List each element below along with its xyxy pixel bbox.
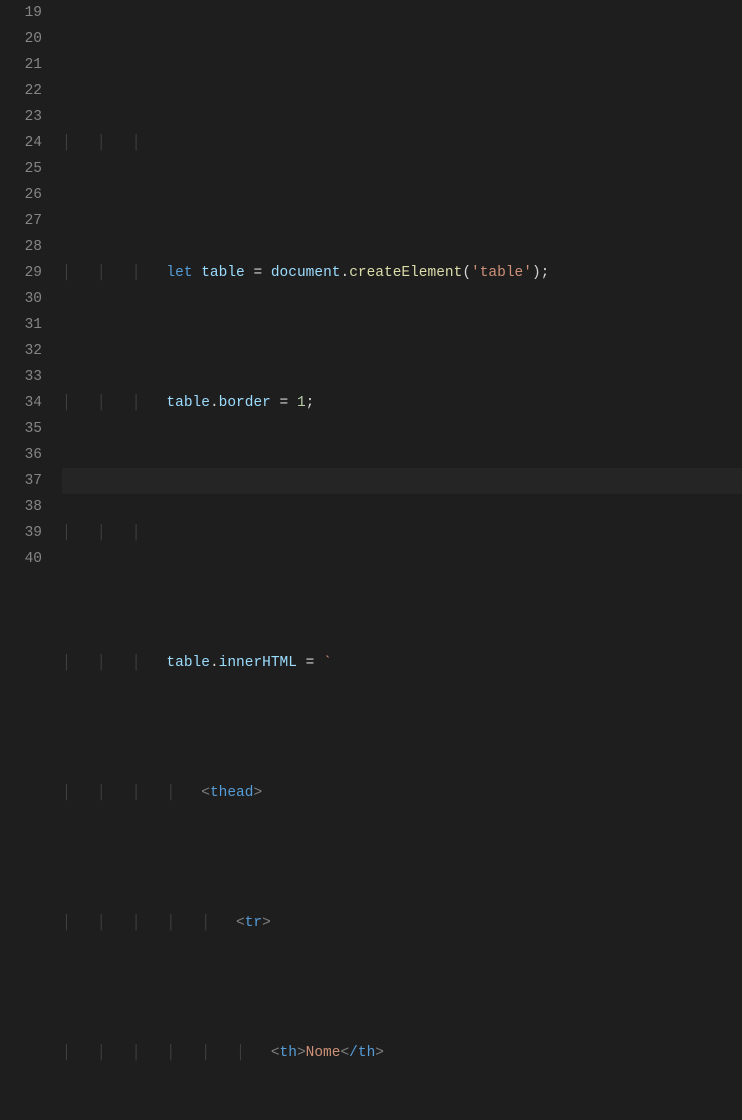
property-innerHTML: innerHTML bbox=[219, 655, 297, 671]
code-content[interactable]: │ │ │ │ │ │ let table = document.createE… bbox=[62, 0, 742, 560]
number-literal: 1 bbox=[297, 395, 306, 411]
line-number: 21 bbox=[0, 52, 42, 78]
property-border: border bbox=[219, 395, 271, 411]
template-literal-start: ` bbox=[323, 655, 332, 671]
code-line[interactable]: │ │ │ let table = document.createElement… bbox=[62, 260, 742, 286]
line-number: 25 bbox=[0, 156, 42, 182]
line-number: 33 bbox=[0, 364, 42, 390]
line-number: 20 bbox=[0, 26, 42, 52]
table-header-text: Nome bbox=[306, 1045, 341, 1061]
code-line[interactable]: │ │ │ table.innerHTML = ` bbox=[62, 650, 742, 676]
line-number: 31 bbox=[0, 312, 42, 338]
line-number: 29 bbox=[0, 260, 42, 286]
html-tag-thead: thead bbox=[210, 785, 254, 801]
line-number: 40 bbox=[0, 546, 42, 572]
line-number: 26 bbox=[0, 182, 42, 208]
keyword-let: let bbox=[166, 265, 192, 281]
code-editor[interactable]: 19 20 21 22 23 24 25 26 27 28 29 30 31 3… bbox=[0, 0, 742, 560]
line-number: 39 bbox=[0, 520, 42, 546]
line-number: 30 bbox=[0, 286, 42, 312]
line-number: 28 bbox=[0, 234, 42, 260]
variable-table: table bbox=[201, 265, 245, 281]
code-line[interactable]: │ │ │ bbox=[62, 130, 742, 156]
method-createElement: createElement bbox=[349, 265, 462, 281]
line-number: 32 bbox=[0, 338, 42, 364]
operator-assign: = bbox=[245, 265, 271, 281]
html-tag-tr: tr bbox=[245, 915, 262, 931]
line-number: 34 bbox=[0, 390, 42, 416]
line-number: 24 bbox=[0, 130, 42, 156]
object-document: document bbox=[271, 265, 341, 281]
line-number-gutter: 19 20 21 22 23 24 25 26 27 28 29 30 31 3… bbox=[0, 0, 62, 560]
code-line[interactable]: │ │ │ │ │ <tr> bbox=[62, 910, 742, 936]
line-number: 19 bbox=[0, 0, 42, 26]
line-number: 35 bbox=[0, 416, 42, 442]
code-line[interactable]: │ │ │ │ │ │ <th>Nome</th> bbox=[62, 1040, 742, 1066]
line-number: 27 bbox=[0, 208, 42, 234]
line-number: 23 bbox=[0, 104, 42, 130]
code-line[interactable]: │ │ │ bbox=[62, 520, 742, 546]
line-number: 36 bbox=[0, 442, 42, 468]
string-literal: 'table' bbox=[471, 265, 532, 281]
line-number: 37 bbox=[0, 468, 42, 494]
line-number: 38 bbox=[0, 494, 42, 520]
line-number: 22 bbox=[0, 78, 42, 104]
current-line-highlight bbox=[62, 468, 742, 494]
code-line[interactable]: │ │ │ │ <thead> bbox=[62, 780, 742, 806]
code-line[interactable]: │ │ │ table.border = 1; bbox=[62, 390, 742, 416]
